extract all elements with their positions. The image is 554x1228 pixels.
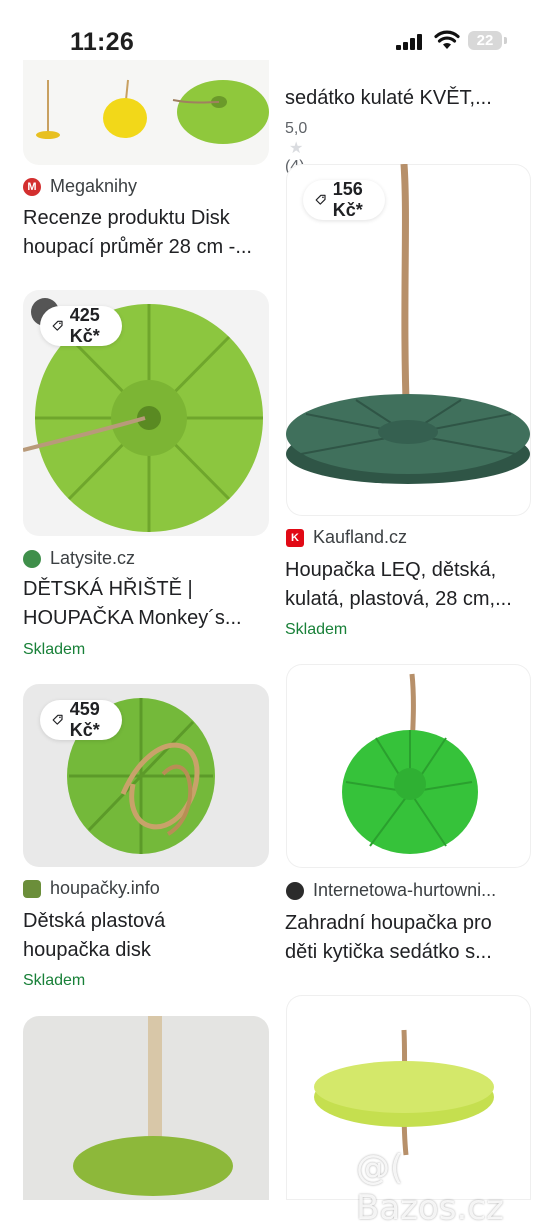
product-title-line1[interactable]: Recenze produktu Disk [23, 204, 273, 233]
signal-icon [396, 34, 422, 50]
stock-status: Skladem [285, 621, 348, 638]
status-time: 11:26 [70, 28, 135, 56]
source-label[interactable]: K Kaufland.cz [286, 527, 407, 548]
wifi-icon [434, 30, 460, 49]
source-label[interactable]: Latysite.cz [23, 548, 135, 569]
source-label[interactable]: Internetowa-hurtowni... [286, 880, 496, 901]
battery-icon: 22 [468, 31, 502, 50]
product-title-line2[interactable]: sedátko kulaté KVĚT,... [285, 84, 535, 113]
product-title-line2[interactable]: houpačka disk [23, 936, 273, 965]
product-title-line1[interactable]: Zahradní houpačka pro [285, 909, 535, 938]
price-badge: 425 Kč* [40, 305, 123, 346]
houpacky-logo-icon [23, 879, 41, 898]
price-tag-icon [315, 194, 326, 205]
product-image[interactable] [286, 664, 531, 868]
product-image[interactable] [23, 1016, 269, 1200]
bazos-watermark: @( Bazos.cz [356, 1148, 504, 1228]
product-title-line2[interactable]: děti kytička sedátko s... [285, 938, 535, 967]
product-title-line1[interactable]: DĚTSKÁ HŘIŠTĚ | [23, 575, 273, 604]
product-title-line1[interactable]: Dětská plastová [23, 907, 273, 936]
product-title-line2[interactable]: kulatá, plastová, 28 cm,... [285, 585, 535, 614]
price-badge: 459 Kč* [40, 699, 123, 740]
source-label[interactable]: M Megaknihy [23, 176, 137, 197]
swing-photo [342, 673, 478, 854]
megaknihy-logo-icon: M [23, 177, 41, 196]
kaufland-logo-icon: K [286, 528, 304, 547]
swing-photo [36, 79, 269, 144]
product-title-line1[interactable]: Houpačka LEQ, dětská, [285, 556, 535, 585]
product-image[interactable] [23, 60, 269, 165]
price-tag-icon [52, 714, 63, 725]
source-label[interactable]: houpačky.info [23, 878, 160, 899]
price-tag-icon [52, 320, 63, 331]
price-badge: 156 Kč* [303, 179, 386, 220]
stock-status: Skladem [23, 972, 86, 989]
swing-photo [73, 1016, 233, 1196]
internetowa-logo-icon [286, 881, 304, 900]
latysite-logo-icon [23, 549, 41, 568]
product-title-line2[interactable]: HOUPAČKA Monkey´s... [23, 604, 273, 633]
stock-status: Skladem [23, 641, 86, 658]
product-title-line2[interactable]: houpací průměr 28 cm -... [23, 233, 273, 262]
star-icon: ★ [289, 140, 304, 157]
